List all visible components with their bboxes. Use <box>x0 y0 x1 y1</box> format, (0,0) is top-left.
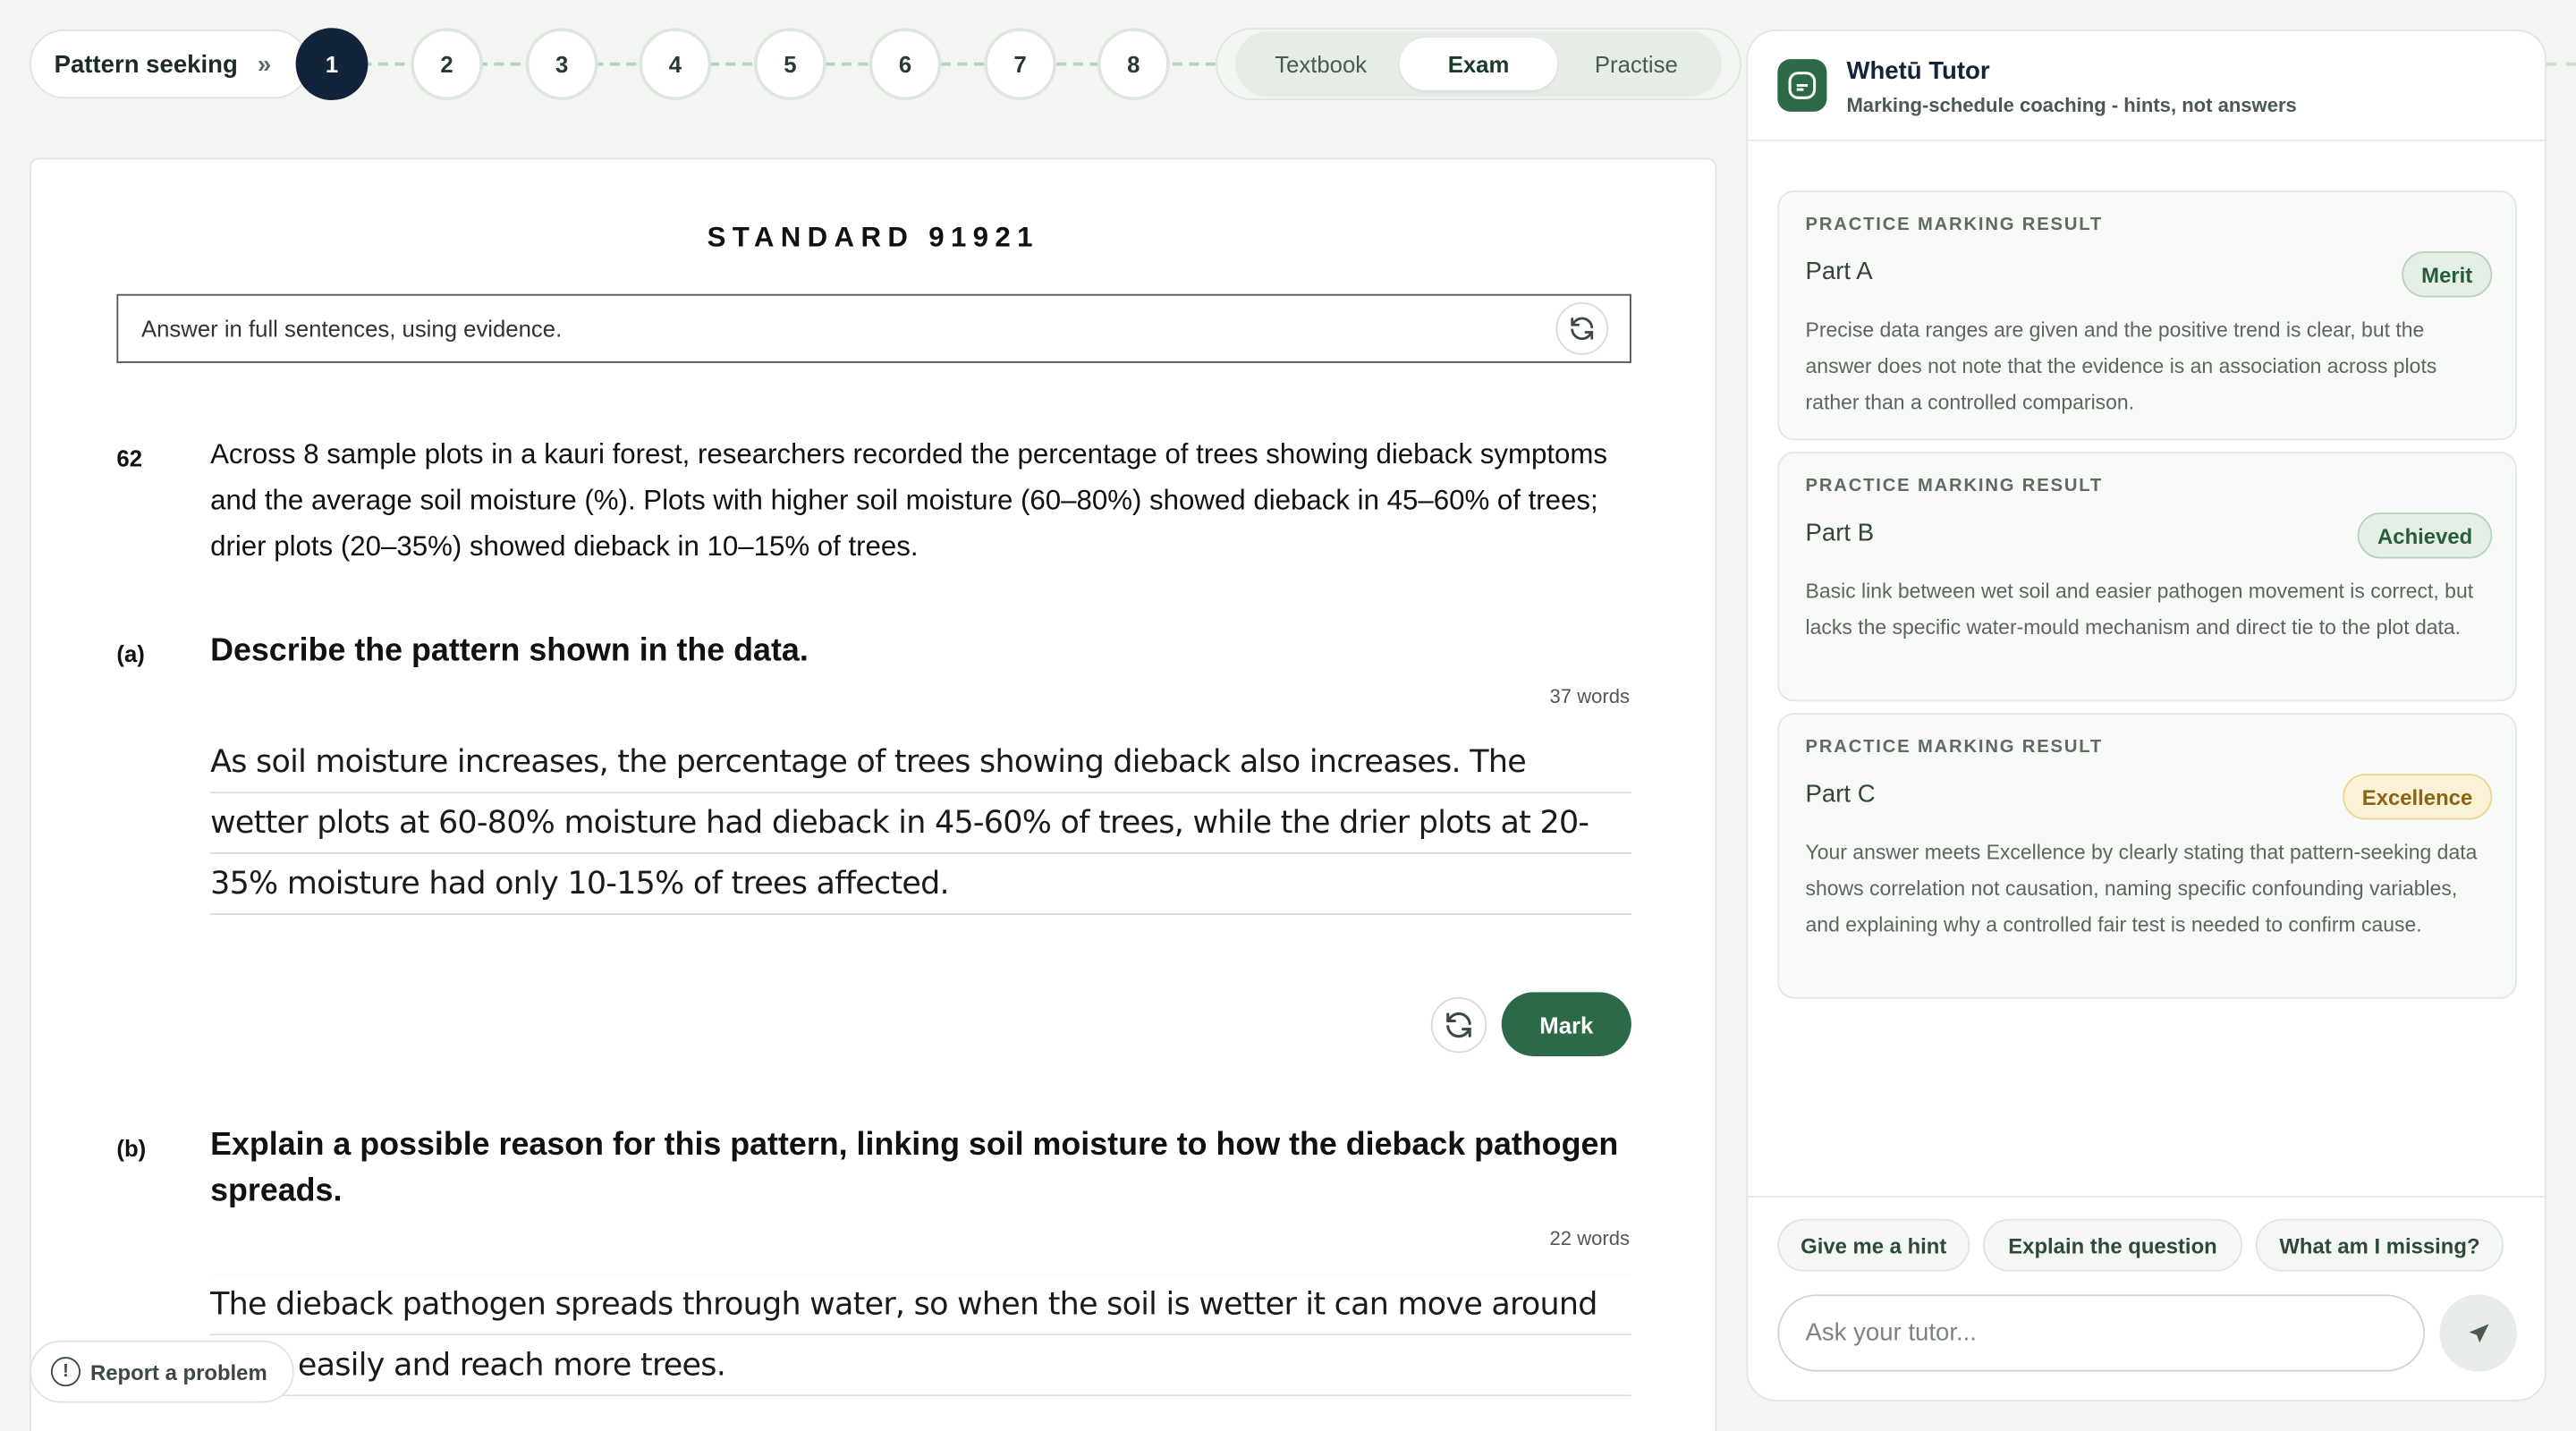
step-7[interactable]: 7 <box>984 28 1056 101</box>
instruction-box: Answer in full sentences, using evidence… <box>116 293 1631 363</box>
report-problem-label: Report a problem <box>90 1359 267 1384</box>
grade-badge: Achieved <box>2358 512 2493 559</box>
tutor-panel: Whetū Tutor Marking-schedule coaching - … <box>1746 30 2546 1401</box>
tutor-logo-icon <box>1777 59 1827 112</box>
part-b-label: (b) <box>116 1135 147 1162</box>
step-8[interactable]: 8 <box>1097 28 1170 101</box>
refresh-icon <box>1446 1012 1471 1038</box>
instruction-text: Answer in full sentences, using evidence… <box>140 315 563 343</box>
step-4[interactable]: 4 <box>639 28 712 101</box>
result-title: Part B <box>1805 519 1875 547</box>
result-feedback: Your answer meets Excellence by clearly … <box>1805 841 2478 936</box>
mode-textbook[interactable]: Textbook <box>1242 38 1400 90</box>
part-a-answer[interactable]: As soil moisture increases, the percenta… <box>210 732 1631 963</box>
result-kicker: PRACTICE MARKING RESULT <box>1805 215 2104 235</box>
result-title: Part C <box>1805 780 1876 809</box>
mode-switch: Textbook Exam Practise <box>1235 30 1722 97</box>
tutor-name: Whetū Tutor <box>1846 57 1990 86</box>
result-feedback: Precise data ranges are given and the po… <box>1805 318 2437 414</box>
send-icon <box>2468 1323 2488 1342</box>
result-card-part-a: PRACTICE MARKING RESULT Part A Merit Pre… <box>1777 191 2517 441</box>
alert-icon: ! <box>50 1357 80 1387</box>
result-card-part-b: PRACTICE MARKING RESULT Part B Achieved … <box>1777 452 2517 702</box>
step-5[interactable]: 5 <box>754 28 826 101</box>
topic-pill[interactable]: Pattern seeking » <box>30 30 309 99</box>
chip-explain-question[interactable]: Explain the question <box>1982 1218 2243 1272</box>
mode-practise[interactable]: Practise <box>1557 38 1715 90</box>
result-kicker: PRACTICE MARKING RESULT <box>1805 476 2104 496</box>
chevron-double-right-icon: » <box>257 50 272 79</box>
step-connector-edge <box>2546 62 2576 66</box>
reset-answer-button[interactable] <box>1430 996 1487 1054</box>
result-kicker: PRACTICE MARKING RESULT <box>1805 737 2104 758</box>
mode-exam[interactable]: Exam <box>1399 38 1558 91</box>
step-3[interactable]: 3 <box>525 28 598 101</box>
result-card-part-c: PRACTICE MARKING RESULT Part C Excellenc… <box>1777 713 2517 999</box>
chip-give-hint[interactable]: Give me a hint <box>1777 1218 1970 1272</box>
part-b-answer[interactable]: The dieback pathogen spreads through wat… <box>210 1274 1631 1397</box>
grade-badge: Merit <box>2402 251 2493 298</box>
send-button[interactable] <box>2439 1294 2517 1372</box>
step-2[interactable]: 2 <box>411 28 483 101</box>
ask-tutor-input[interactable]: Ask your tutor... <box>1777 1294 2425 1372</box>
step-1[interactable]: 1 <box>295 28 369 101</box>
part-a-label: (a) <box>116 640 145 667</box>
mark-button[interactable]: Mark <box>1501 992 1631 1056</box>
standard-title: STANDARD 91921 <box>707 221 1039 253</box>
topic-label: Pattern seeking <box>54 50 238 79</box>
tutor-subtitle: Marking-schedule coaching - hints, not a… <box>1846 93 2297 117</box>
tutor-header: Whetū Tutor Marking-schedule coaching - … <box>1748 31 2546 141</box>
chip-what-missing[interactable]: What am I missing? <box>2255 1218 2504 1272</box>
question-number: 62 <box>116 445 143 472</box>
grade-badge: Excellence <box>2342 774 2493 820</box>
result-title: Part A <box>1805 258 1873 286</box>
part-b-word-count: 22 words <box>1549 1227 1631 1250</box>
question-text: Across 8 sample plots in a kauri forest,… <box>210 438 1608 563</box>
part-a-word-count: 37 words <box>1549 684 1631 708</box>
exam-paper: STANDARD 91921 Answer in full sentences,… <box>30 157 1717 1431</box>
part-b-question: Explain a possible reason for this patte… <box>210 1126 1619 1209</box>
result-feedback: Basic link between wet soil and easier p… <box>1805 580 2474 639</box>
tutor-footer-divider <box>1748 1196 2546 1198</box>
refresh-icon <box>1571 317 1594 341</box>
refresh-instruction-button[interactable] <box>1555 301 1609 355</box>
step-6[interactable]: 6 <box>869 28 942 101</box>
part-a-question: Describe the pattern shown in the data. <box>210 632 809 669</box>
report-problem-button[interactable]: ! Report a problem <box>30 1340 294 1403</box>
